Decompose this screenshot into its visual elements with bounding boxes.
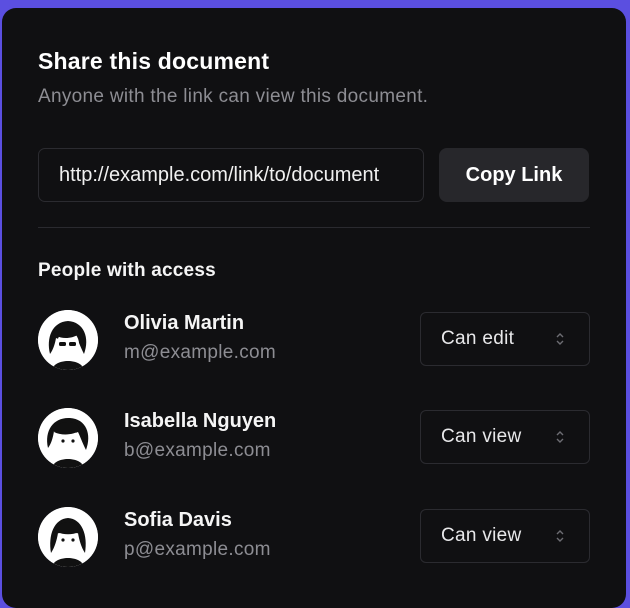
share-dialog: Share this document Anyone with the link… <box>2 8 626 608</box>
person-email: b@example.com <box>124 440 271 461</box>
person-row: Isabella Nguyen b@example.com Can view <box>38 408 590 468</box>
role-select[interactable]: Can view <box>420 410 590 464</box>
person-name: Olivia Martin <box>124 312 245 334</box>
person-row: Sofia Davis p@example.com Can view <box>38 507 590 567</box>
role-select[interactable]: Can edit <box>420 312 590 366</box>
role-label: Can view <box>441 525 522 546</box>
chevron-up-down-icon <box>556 333 564 345</box>
chevron-up-down-icon <box>556 530 564 542</box>
role-select[interactable]: Can view <box>420 509 590 563</box>
avatar <box>38 408 98 468</box>
role-label: Can view <box>441 426 522 447</box>
role-label: Can edit <box>441 328 515 349</box>
divider <box>38 227 590 228</box>
dialog-title: Share this document <box>38 48 270 74</box>
person-avatar-icon <box>38 310 98 370</box>
person-email: p@example.com <box>124 539 271 560</box>
person-avatar-icon <box>38 408 98 468</box>
avatar <box>38 507 98 567</box>
dialog-subtitle: Anyone with the link can view this docum… <box>38 86 429 107</box>
person-row: Olivia Martin m@example.com Can edit <box>38 310 590 370</box>
chevron-up-down-icon <box>556 431 564 443</box>
person-email: m@example.com <box>124 342 277 363</box>
people-with-access-heading: People with access <box>38 260 216 281</box>
person-avatar-icon <box>38 507 98 567</box>
avatar <box>38 310 98 370</box>
copy-link-button[interactable]: Copy Link <box>439 148 589 202</box>
person-name: Isabella Nguyen <box>124 410 277 432</box>
person-name: Sofia Davis <box>124 509 232 531</box>
share-link-input[interactable] <box>38 148 424 202</box>
